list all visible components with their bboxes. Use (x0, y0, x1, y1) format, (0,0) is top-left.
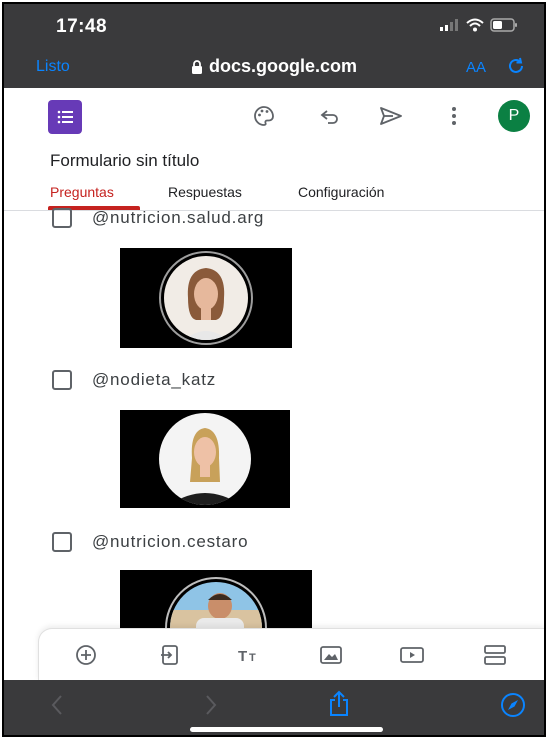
compass-icon[interactable] (500, 692, 526, 718)
home-indicator (190, 727, 383, 732)
option-image (120, 248, 292, 348)
status-bar: 17:48 (4, 4, 544, 46)
option-label: @nutricion.cestaro (92, 532, 249, 551)
add-section-icon[interactable] (483, 644, 507, 666)
form-edit-toolbar: TT (38, 628, 544, 681)
signal-icon (440, 19, 458, 31)
checkbox[interactable] (52, 370, 72, 390)
add-image-icon[interactable] (319, 644, 343, 666)
browser-address-bar: Listo docs.google.com AA (4, 46, 544, 88)
battery-icon (490, 18, 517, 32)
add-question-icon[interactable] (75, 644, 97, 666)
url-field[interactable]: docs.google.com (4, 56, 544, 77)
add-video-icon[interactable] (399, 644, 425, 666)
checkbox-option[interactable]: @nutricion.salud.arg (52, 208, 264, 228)
tab-preguntas[interactable]: Preguntas (50, 184, 114, 200)
import-questions-icon[interactable] (159, 644, 181, 666)
option-image (120, 410, 290, 508)
option-label: @nutricion.salud.arg (92, 208, 265, 227)
checkbox-option[interactable]: @nutricion.cestaro (52, 532, 248, 552)
undo-icon[interactable] (318, 104, 342, 128)
checkbox[interactable] (52, 532, 72, 552)
status-icons (440, 18, 518, 32)
form-title[interactable]: Formulario sin título (50, 151, 199, 171)
add-title-icon[interactable]: TT (237, 644, 261, 666)
palette-icon[interactable] (252, 104, 276, 128)
tab-configuracion[interactable]: Configuración (298, 184, 384, 200)
tab-respuestas[interactable]: Respuestas (168, 184, 242, 200)
forms-logo-icon[interactable] (48, 100, 82, 134)
status-time: 17:48 (56, 16, 108, 37)
more-vert-icon[interactable] (444, 104, 464, 128)
form-tabs: Preguntas Respuestas Configuración (4, 180, 544, 211)
share-icon[interactable] (326, 690, 352, 718)
lock-icon (191, 60, 202, 74)
forms-toolbar: P (4, 88, 544, 144)
wifi-icon (466, 18, 484, 32)
svg-text:T: T (238, 648, 247, 665)
forward-icon[interactable] (204, 694, 218, 716)
option-image (120, 570, 312, 628)
phone-screen: 17:48 Listo docs.google.com AA P Formula… (2, 2, 546, 737)
reload-icon[interactable] (506, 56, 526, 76)
option-label: @nodieta_katz (92, 370, 217, 389)
checkbox[interactable] (52, 208, 72, 228)
back-icon[interactable] (50, 694, 64, 716)
checkbox-option[interactable]: @nodieta_katz (52, 370, 216, 390)
svg-text:T: T (249, 652, 256, 664)
account-avatar[interactable]: P (498, 100, 530, 132)
send-icon[interactable] (378, 104, 404, 128)
text-size-button[interactable]: AA (466, 59, 486, 76)
url-text: docs.google.com (208, 56, 358, 76)
